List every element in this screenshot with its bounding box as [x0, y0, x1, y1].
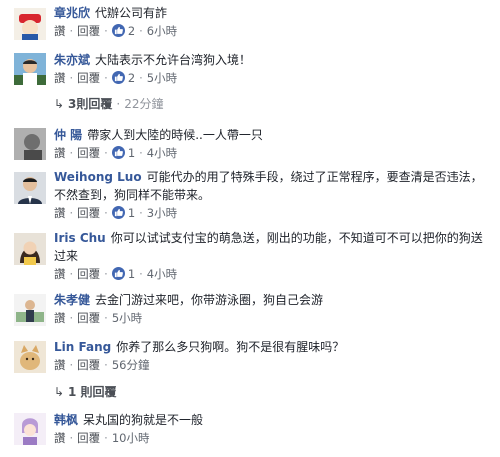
comment-actions: 讚 · 回覆 · 2 · 5小時 [54, 71, 178, 85]
like-link[interactable]: 讚 [54, 358, 66, 372]
view-replies-row[interactable]: ↳ 1 則回覆 [54, 383, 117, 401]
like-link[interactable]: 讚 [54, 24, 66, 38]
comment-text: 你可以试试支付宝的萌急送，刚出的功能，不知道可不可以把你的狗送过来 [54, 231, 483, 263]
view-replies-link[interactable]: 3則回覆 [68, 97, 112, 111]
like-count[interactable]: 1 [128, 146, 135, 160]
thumbs-up-icon [111, 267, 125, 280]
like-count[interactable]: 2 [128, 24, 135, 38]
comment-text: 代辦公司有詐 [95, 6, 168, 20]
replies-timestamp: 22分鐘 [124, 97, 164, 111]
like-count[interactable]: 1 [128, 267, 135, 281]
avatar[interactable] [14, 128, 46, 160]
avatar[interactable] [14, 172, 46, 204]
reply-link[interactable]: 回覆 [77, 311, 100, 325]
comment-text: 你养了那么多只狗啊。狗不是很有腥味吗？ [116, 340, 345, 354]
comment-author[interactable]: Iris Chu [54, 231, 106, 245]
comment-actions: 讚 · 回覆 · 2 · 6小時 [54, 24, 178, 38]
comment-text: 去金门游过来吧，你带游泳圈，狗自己会游 [95, 293, 324, 307]
like-link[interactable]: 讚 [54, 206, 66, 220]
comment-actions: 讚 · 回覆 · 1 · 3小時 [54, 206, 178, 220]
like-link[interactable]: 讚 [54, 267, 66, 281]
comment-actions: 讚 · 回覆 · 1 · 4小時 [54, 267, 178, 281]
like-count[interactable]: 2 [128, 71, 135, 85]
comment-author[interactable]: 章兆欣 [54, 6, 90, 20]
comment-author[interactable]: 韩枫 [54, 413, 78, 427]
like-link[interactable]: 讚 [54, 146, 66, 160]
reply-link[interactable]: 回覆 [77, 358, 100, 372]
reply-link[interactable]: 回覆 [77, 267, 100, 281]
reply-link[interactable]: 回覆 [77, 431, 100, 445]
timestamp[interactable]: 10小時 [112, 431, 150, 445]
like-count[interactable]: 1 [128, 206, 135, 220]
avatar[interactable] [14, 413, 46, 445]
avatar[interactable] [14, 294, 46, 326]
reply-link[interactable]: 回覆 [77, 24, 100, 38]
timestamp[interactable]: 4小時 [147, 146, 177, 160]
avatar[interactable] [14, 53, 46, 85]
comment-actions: 讚 · 回覆 · 10小時 [54, 431, 150, 445]
comment-author[interactable]: Weihong Luo [54, 170, 142, 184]
timestamp[interactable]: 6小時 [147, 24, 177, 38]
timestamp[interactable]: 56分鐘 [112, 358, 150, 372]
reply-link[interactable]: 回覆 [77, 206, 100, 220]
like-link[interactable]: 讚 [54, 71, 66, 85]
view-replies-row[interactable]: ↳ 3則回覆 · 22分鐘 [54, 95, 163, 113]
timestamp[interactable]: 4小時 [147, 267, 177, 281]
thumbs-up-icon [111, 24, 125, 37]
reply-link[interactable]: 回覆 [77, 71, 100, 85]
comment-actions: 讚 · 回覆 · 56分鐘 [54, 358, 150, 372]
comment-author[interactable]: 朱孝健 [54, 293, 90, 307]
view-replies-link[interactable]: 1 則回覆 [68, 385, 117, 399]
comment-text: 呆丸国的狗就是不一般 [83, 413, 204, 427]
comment-author[interactable]: 朱亦斌 [54, 53, 90, 67]
avatar[interactable] [14, 8, 46, 40]
comment-actions: 讚 · 回覆 · 1 · 4小時 [54, 146, 178, 160]
reply-link[interactable]: 回覆 [77, 146, 100, 160]
thumbs-up-icon [111, 206, 125, 219]
like-link[interactable]: 讚 [54, 431, 66, 445]
comment-text: 大陆表示不允许台湾狗入境！ [95, 53, 252, 67]
comment-author[interactable]: 仲 陽 [54, 128, 82, 142]
thumbs-up-icon [111, 146, 125, 159]
thumbs-up-icon [111, 71, 125, 84]
comment-author[interactable]: Lin Fang [54, 340, 111, 354]
comment-thread: { "labels": { "like": "讚", "reply": "回覆"… [0, 0, 500, 457]
timestamp[interactable]: 3小時 [147, 206, 177, 220]
avatar[interactable] [14, 233, 46, 265]
reply-arrow-icon: ↳ [54, 385, 65, 399]
timestamp[interactable]: 5小時 [147, 71, 177, 85]
comment-actions: 讚 · 回覆 · 5小時 [54, 311, 143, 325]
comment-text: 帶家人到大陸的時候..一人帶一只 [87, 128, 263, 142]
like-link[interactable]: 讚 [54, 311, 66, 325]
reply-arrow-icon: ↳ [54, 97, 65, 111]
avatar[interactable] [14, 341, 46, 373]
timestamp[interactable]: 5小時 [112, 311, 142, 325]
